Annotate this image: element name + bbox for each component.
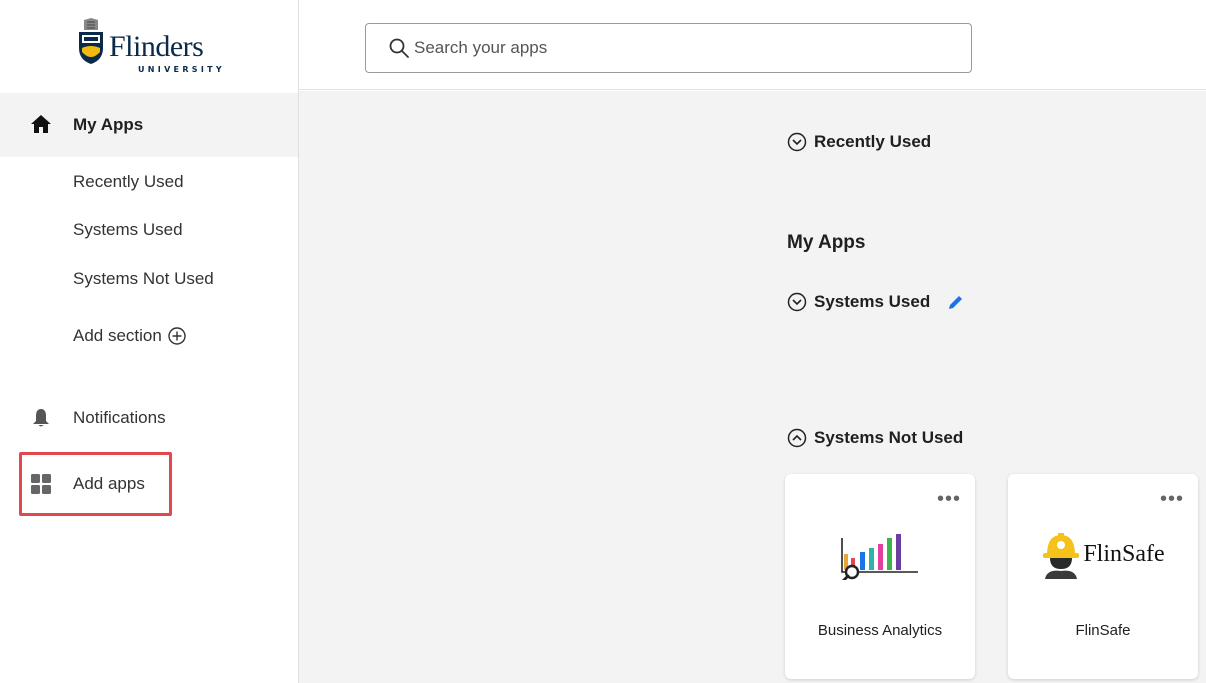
logo-subtitle: UNIVERSITY xyxy=(138,65,225,74)
app-card-name: Business Analytics xyxy=(817,622,943,639)
chevron-down-circle-icon xyxy=(787,292,807,312)
app-card-name: FlinSafe xyxy=(1075,622,1131,639)
flinsafe-logo-text: FlinSafe xyxy=(1083,540,1165,567)
app-card-flinsafe[interactable]: ••• FlinSafe FlinSafe xyxy=(1008,474,1198,679)
bell-icon xyxy=(33,409,49,427)
section-recently-used-label: Recently Used xyxy=(814,132,932,151)
nav-notifications-label: Notifications xyxy=(73,408,166,427)
page-title: My Apps xyxy=(787,232,866,253)
app-logo xyxy=(785,524,975,584)
home-icon xyxy=(31,115,51,133)
search-input[interactable] xyxy=(414,34,954,62)
sidebar-item-systems-not-used[interactable]: Systems Not Used xyxy=(73,269,214,289)
search-box[interactable] xyxy=(365,23,972,73)
section-recently-used[interactable]: Recently Used xyxy=(787,132,931,152)
plus-circle-icon xyxy=(168,327,186,345)
add-section-button[interactable]: Add section xyxy=(73,326,186,346)
nav-my-apps-label: My Apps xyxy=(73,115,144,134)
app-card-business-analytics[interactable]: ••• Business Analytics xyxy=(785,474,975,679)
chevron-down-circle-icon xyxy=(787,132,807,152)
main-content: Recently Used My Apps Systems Used Syste… xyxy=(299,91,1206,683)
crest-icon xyxy=(79,18,103,64)
nav-notifications[interactable]: Notifications xyxy=(0,398,298,438)
nav-my-apps[interactable]: My Apps xyxy=(0,93,298,157)
sidebar: Flinders UNIVERSITY My Apps Recently Use… xyxy=(0,0,299,683)
section-systems-used-label: Systems Used xyxy=(814,292,931,311)
app-logo: FlinSafe xyxy=(1008,524,1198,584)
sidebar-item-recently-used[interactable]: Recently Used xyxy=(73,172,184,192)
highlight-annotation xyxy=(19,452,172,516)
hard-hat-worker-icon xyxy=(1043,533,1080,579)
section-systems-used[interactable]: Systems Used xyxy=(787,292,965,312)
section-systems-not-used-label: Systems Not Used xyxy=(814,428,964,447)
flinders-logo[interactable]: Flinders UNIVERSITY xyxy=(76,16,226,78)
more-icon[interactable]: ••• xyxy=(1160,489,1184,509)
search-icon xyxy=(389,38,409,58)
section-systems-not-used[interactable]: Systems Not Used xyxy=(787,428,963,448)
add-section-label: Add section xyxy=(73,326,162,345)
pencil-icon[interactable] xyxy=(947,293,965,311)
logo-wordmark: Flinders xyxy=(109,30,204,63)
top-bar xyxy=(299,0,1206,90)
more-icon[interactable]: ••• xyxy=(937,489,961,509)
chevron-up-circle-icon xyxy=(787,428,807,448)
sidebar-item-systems-used[interactable]: Systems Used xyxy=(73,220,183,240)
bar-chart-magnifier-icon xyxy=(841,534,918,580)
